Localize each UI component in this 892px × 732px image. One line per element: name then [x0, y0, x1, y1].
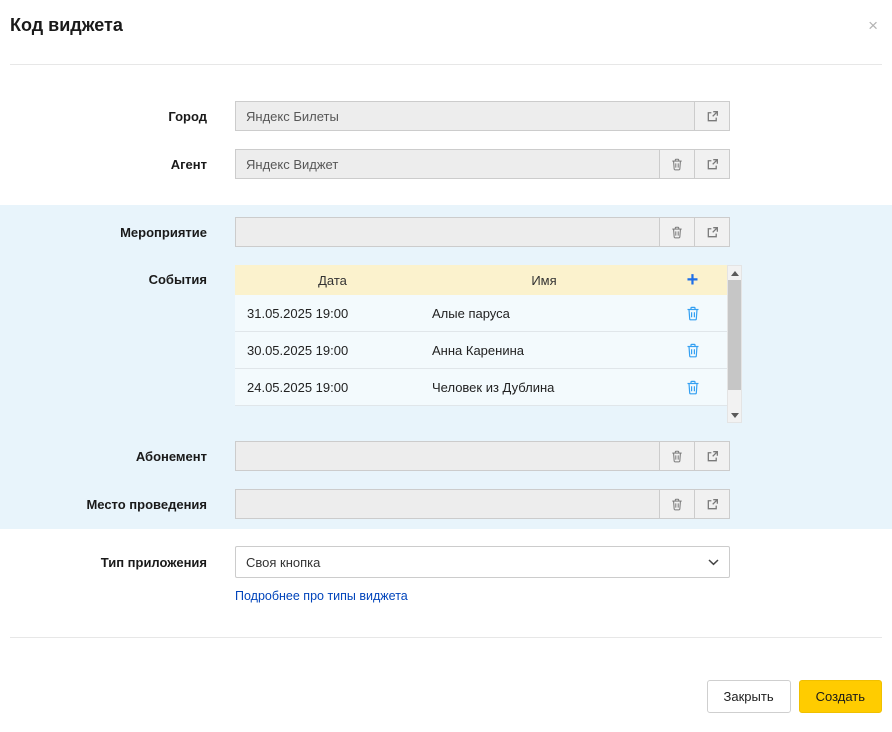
page-title: Код виджета [10, 15, 123, 36]
scroll-up-icon [731, 271, 739, 276]
venue-open-button[interactable] [694, 489, 730, 519]
chevron-down-icon [708, 559, 719, 566]
sessions-table: Дата Имя + 31.05.2025 19:00 Алые паруса [235, 265, 742, 423]
session-date: 31.05.2025 19:00 [235, 306, 430, 321]
event-input [235, 217, 660, 247]
scroll-down-icon [731, 413, 739, 418]
event-label: Мероприятие [0, 225, 235, 240]
session-date: 30.05.2025 19:00 [235, 343, 430, 358]
session-name: Человек из Дублина [430, 380, 658, 395]
venue-label: Место проведения [0, 497, 235, 512]
scroll-up-button[interactable] [728, 266, 741, 280]
external-link-icon [706, 110, 719, 123]
external-link-icon [706, 450, 719, 463]
create-button[interactable]: Создать [799, 680, 882, 713]
delete-session-button[interactable] [684, 304, 702, 323]
app-type-select[interactable]: Своя кнопка [235, 546, 730, 578]
trash-icon [671, 498, 683, 511]
agent-clear-button[interactable] [659, 149, 695, 179]
trash-icon [686, 380, 700, 395]
subscription-clear-button[interactable] [659, 441, 695, 471]
app-type-row: Тип приложения Своя кнопка [0, 546, 892, 578]
city-field [235, 101, 730, 131]
column-header-date: Дата [235, 273, 430, 288]
delete-session-button[interactable] [684, 341, 702, 360]
modal-header: Код виджета × [0, 0, 892, 36]
table-row: 30.05.2025 19:00 Анна Каренина [235, 332, 727, 369]
subscription-row: Абонемент [0, 441, 892, 471]
trash-icon [671, 450, 683, 463]
event-section: Мероприятие Соб [0, 205, 892, 529]
event-open-button[interactable] [694, 217, 730, 247]
column-header-name: Имя [430, 273, 658, 288]
venue-clear-button[interactable] [659, 489, 695, 519]
scroll-down-button[interactable] [728, 408, 741, 422]
agent-label: Агент [0, 157, 235, 172]
venue-row: Место проведения [0, 489, 892, 519]
subscription-open-button[interactable] [694, 441, 730, 471]
add-event-button[interactable]: + [683, 270, 703, 290]
header-divider [10, 64, 882, 65]
session-name: Анна Каренина [430, 343, 658, 358]
external-link-icon [706, 498, 719, 511]
link-row: Подробнее про типы виджета [235, 588, 892, 603]
modal-footer: Закрыть Создать [0, 638, 892, 713]
session-name: Алые паруса [430, 306, 658, 321]
widget-form: Город Агент [0, 101, 892, 603]
city-row: Город [0, 101, 892, 131]
external-link-icon [706, 226, 719, 239]
sessions-label: События [0, 265, 235, 295]
external-link-icon [706, 158, 719, 171]
agent-input [235, 149, 660, 179]
subscription-field [235, 441, 730, 471]
session-date: 24.05.2025 19:00 [235, 380, 430, 395]
close-icon[interactable]: × [864, 15, 882, 36]
table-row: 31.05.2025 19:00 Алые паруса [235, 295, 727, 332]
agent-field [235, 149, 730, 179]
widget-types-link[interactable]: Подробнее про типы виджета [235, 589, 408, 603]
delete-session-button[interactable] [684, 378, 702, 397]
subscription-label: Абонемент [0, 449, 235, 464]
venue-input [235, 489, 660, 519]
trash-icon [671, 226, 683, 239]
city-label: Город [0, 109, 235, 124]
trash-icon [686, 343, 700, 358]
trash-icon [671, 158, 683, 171]
app-type-label: Тип приложения [0, 555, 235, 570]
table-header: Дата Имя + [235, 265, 727, 295]
event-row: Мероприятие [0, 217, 892, 247]
sessions-row: События Дата Имя + 31.05.2025 19:00 Ал [0, 265, 892, 423]
city-input [235, 101, 695, 131]
subscription-input [235, 441, 660, 471]
widget-code-modal: Код виджета × Город Агент [0, 0, 892, 713]
sessions-table-body: Дата Имя + 31.05.2025 19:00 Алые паруса [235, 265, 727, 406]
scrollbar-thumb[interactable] [728, 280, 741, 390]
scrollbar[interactable] [727, 265, 742, 423]
event-clear-button[interactable] [659, 217, 695, 247]
close-button[interactable]: Закрыть [707, 680, 791, 713]
app-type-selected-value: Своя кнопка [246, 555, 320, 570]
city-open-button[interactable] [694, 101, 730, 131]
table-row: 24.05.2025 19:00 Человек из Дублина [235, 369, 727, 406]
venue-field [235, 489, 730, 519]
agent-open-button[interactable] [694, 149, 730, 179]
agent-row: Агент [0, 149, 892, 179]
trash-icon [686, 306, 700, 321]
event-field [235, 217, 730, 247]
